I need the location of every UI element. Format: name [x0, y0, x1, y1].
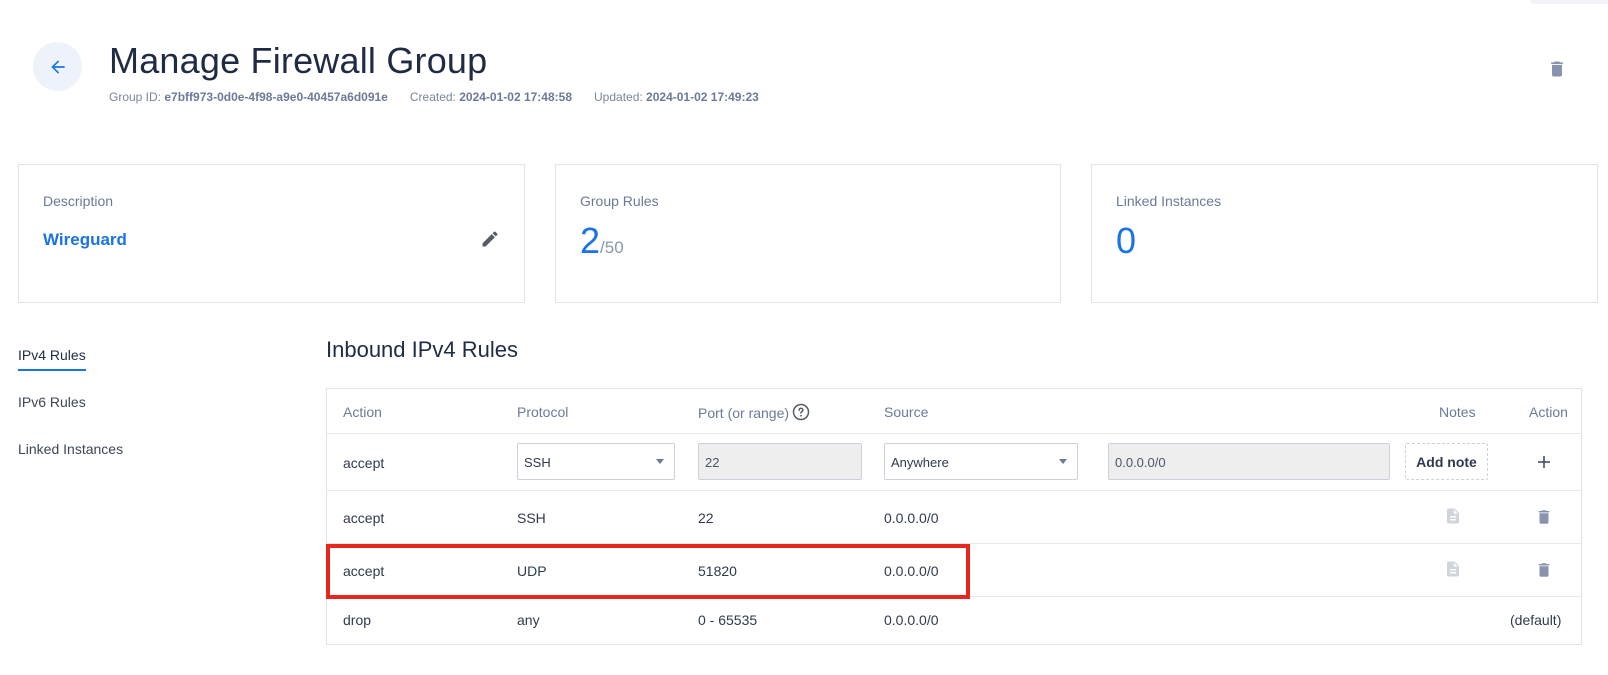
group-id: Group ID: e7bff973-0d0e-4f98-a9e0-40457a… [109, 90, 388, 104]
header-action-right: Action [1529, 404, 1568, 420]
row-protocol: UDP [517, 563, 547, 579]
help-icon[interactable] [792, 403, 810, 424]
sidebar-item-linked-instances[interactable]: Linked Instances [18, 441, 123, 457]
new-rule-action: accept [343, 455, 385, 471]
row-protocol: SSH [517, 510, 546, 526]
page-title: Manage Firewall Group [109, 40, 488, 81]
linked-instances-label: Linked Instances [1116, 193, 1222, 209]
document-icon [1447, 508, 1459, 524]
group-rules-count: 2/50 [580, 220, 624, 261]
pencil-icon [482, 231, 498, 247]
add-note-button[interactable]: Add note [1405, 443, 1488, 480]
row-protocol: any [517, 612, 540, 628]
table-row: accept SSH 22 0.0.0.0/0 [327, 491, 1581, 544]
table-row: accept UDP 51820 0.0.0.0/0 [327, 544, 1581, 597]
document-icon [1447, 561, 1459, 577]
linked-instances-card: Linked Instances 0 [1091, 164, 1598, 303]
chevron-down-icon [656, 459, 664, 464]
description-value: Wireguard [43, 230, 127, 249]
view-note-button[interactable] [1442, 558, 1464, 580]
new-rule-row: accept SSH 22 Anywhere 0.0.0.0/0 Add not… [327, 434, 1581, 491]
group-meta: Group ID: e7bff973-0d0e-4f98-a9e0-40457a… [109, 90, 759, 104]
chevron-down-icon [1059, 459, 1067, 464]
rules-table: Action Protocol Port (or range) Source N… [326, 388, 1582, 645]
header-action: Action [343, 404, 382, 420]
row-port: 51820 [698, 563, 737, 579]
table-row: drop any 0 - 65535 0.0.0.0/0 (default) [327, 597, 1581, 644]
trash-icon [1551, 61, 1563, 77]
back-button[interactable] [33, 42, 82, 91]
header-port: Port (or range) [698, 403, 810, 424]
row-action: accept [343, 510, 385, 526]
edit-description-button[interactable] [478, 227, 502, 251]
description-label: Description [43, 193, 114, 209]
default-label: (default) [1510, 612, 1562, 628]
top-right-tab [1530, 0, 1608, 4]
linked-instances-count: 0 [1116, 220, 1137, 261]
row-action: drop [343, 612, 372, 628]
source-ip-input[interactable]: 0.0.0.0/0 [1108, 443, 1390, 480]
group-rules-card: Group Rules 2/50 [555, 164, 1061, 303]
updated-date: Updated: 2024-01-02 17:49:23 [594, 90, 759, 104]
row-source: 0.0.0.0/0 [884, 510, 939, 526]
group-rules-label: Group Rules [580, 193, 659, 209]
row-source: 0.0.0.0/0 [884, 563, 939, 579]
row-port: 0 - 65535 [698, 612, 758, 628]
row-action: accept [343, 563, 385, 579]
arrow-left-icon [50, 59, 65, 74]
add-rule-button[interactable] [1532, 450, 1556, 474]
sidebar-item-ipv4-rules[interactable]: IPv4 Rules [18, 347, 86, 371]
delete-group-button[interactable] [1544, 56, 1570, 82]
delete-rule-button[interactable] [1533, 506, 1555, 528]
trash-icon [1538, 563, 1550, 577]
section-title: Inbound IPv4 Rules [326, 337, 519, 362]
header-protocol: Protocol [517, 404, 569, 420]
header-notes: Notes [1439, 404, 1476, 420]
trash-icon [1538, 510, 1550, 524]
row-port: 22 [698, 510, 714, 526]
protocol-select[interactable]: SSH [517, 443, 675, 480]
description-card: Description Wireguard [18, 164, 525, 303]
created-date: Created: 2024-01-02 17:48:58 [409, 90, 572, 104]
sidebar-item-ipv6-rules[interactable]: IPv6 Rules [18, 394, 86, 410]
table-header-row: Action Protocol Port (or range) Source N… [327, 389, 1581, 434]
port-input[interactable]: 22 [698, 443, 862, 480]
view-note-button[interactable] [1442, 505, 1464, 527]
delete-rule-button[interactable] [1533, 559, 1555, 581]
row-source: 0.0.0.0/0 [884, 612, 939, 628]
plus-icon [1538, 456, 1550, 468]
source-select[interactable]: Anywhere [884, 443, 1078, 480]
header-source: Source [884, 404, 929, 420]
